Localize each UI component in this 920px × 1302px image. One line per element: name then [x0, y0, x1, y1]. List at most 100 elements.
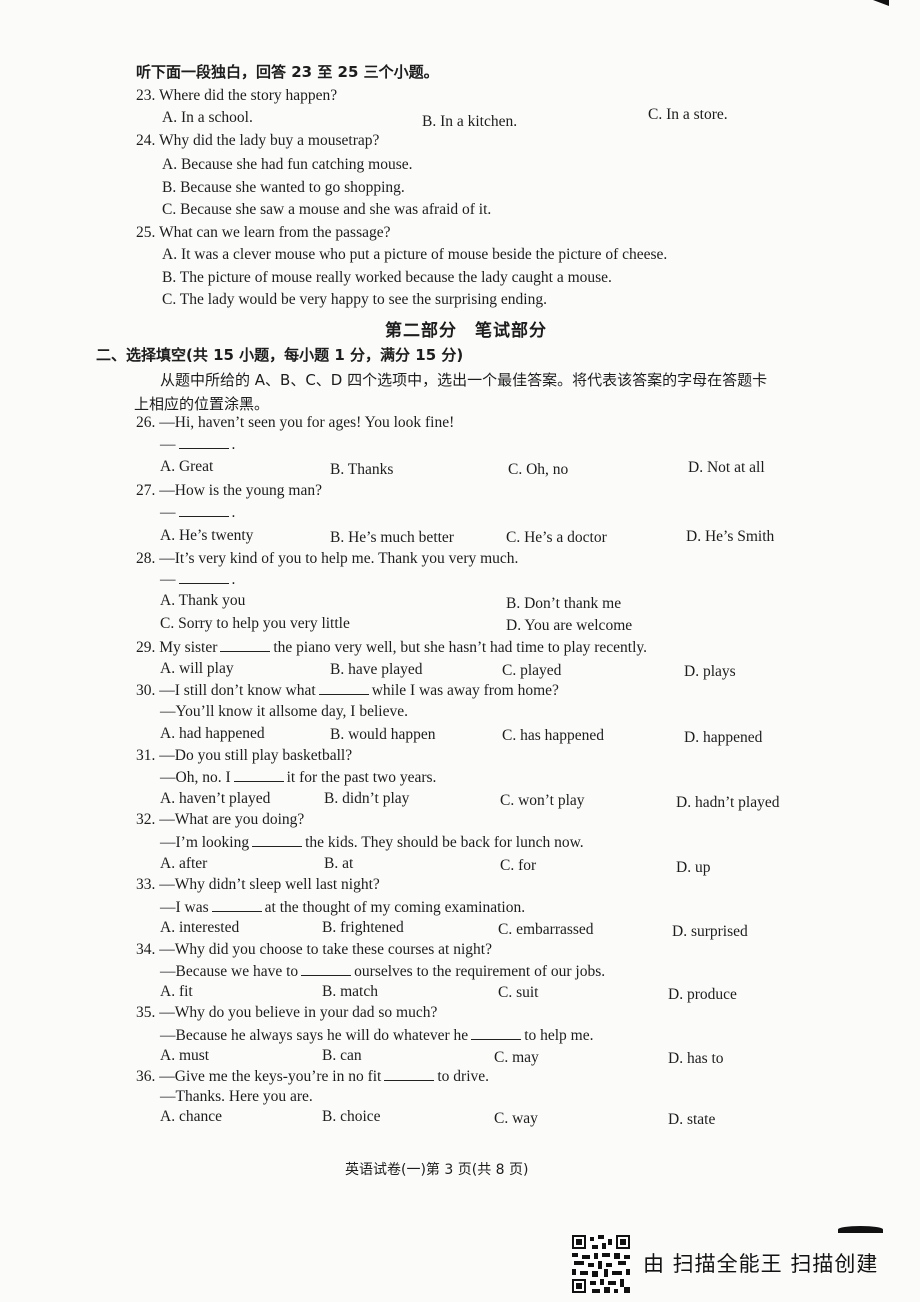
answer-blank	[384, 1066, 435, 1081]
question-stem: Why did the lady buy a mousetrap?	[158, 132, 380, 149]
option-29-b: B. have played	[330, 661, 423, 678]
question-31-line-2: —Oh, no. Iit for the past two years.	[160, 767, 437, 786]
scan-edge-mark	[838, 1226, 883, 1233]
option-34-a: A. fit	[160, 983, 193, 1000]
option-30-a: A. had happened	[160, 725, 265, 742]
question-27: 27. —How is the young man?	[136, 481, 322, 501]
option-32-d: D. up	[676, 859, 711, 876]
option-36-d: D. state	[668, 1111, 716, 1128]
option-36-c: C. way	[494, 1110, 538, 1127]
option-32-c: C. for	[500, 857, 537, 874]
question-36: 36. —Give me the keys-you’re in no fit to…	[136, 1066, 490, 1085]
question-30: 30. —I still don’t know what while I was …	[136, 680, 559, 699]
question-31: 31. —Do you still play basketball?	[136, 747, 353, 764]
option-26-d: D. Not at all	[688, 459, 765, 476]
question-number: 33.	[136, 876, 156, 893]
question-27-response: —.	[160, 504, 236, 521]
question-number: 32.	[136, 811, 156, 828]
question-number: 25.	[136, 224, 156, 241]
question-number: 26.	[136, 414, 156, 431]
option-35-d: D. has to	[668, 1050, 724, 1067]
option-24-a: A. Because she had fun catching mouse.	[162, 156, 413, 173]
answer-blank	[318, 680, 369, 695]
question-number: 24.	[136, 132, 156, 149]
question-stem: Where did the story happen?	[158, 87, 338, 104]
question-33-line-2: —I was at the thought of my coming examin…	[160, 897, 526, 916]
question-line-1: —Hi, haven’t seen you for ages! You look…	[159, 414, 455, 431]
question-number: 34.	[136, 941, 156, 958]
answer-blank	[301, 961, 352, 976]
option-26-c: C. Oh, no	[508, 461, 569, 478]
option-31-a: A. haven’t played	[160, 790, 271, 807]
answer-blank	[178, 434, 229, 449]
part-two-title: 第二部分 笔试部分	[385, 321, 547, 341]
option-27-b: B. He’s much better	[330, 529, 454, 546]
question-number: 31.	[136, 747, 156, 764]
option-25-c: C. The lady would be very happy to see t…	[162, 291, 547, 308]
option-25-a: A. It was a clever mouse who put a pictu…	[162, 246, 668, 263]
option-31-b: B. didn’t play	[324, 790, 410, 807]
option-30-d: D. happened	[684, 729, 763, 746]
option-27-d: D. He’s Smith	[686, 528, 775, 545]
option-26-a: A. Great	[160, 458, 214, 475]
option-36-b: B. choice	[322, 1108, 381, 1125]
listening-instruction: 听下面一段独白，回答 23 至 25 三个小题。	[136, 63, 439, 81]
section-two-instruction-1: 从题中所给的 A、B、C、D 四个选项中，选出一个最佳答案。将代表该答案的字母在…	[160, 371, 768, 389]
question-number: 36.	[136, 1068, 156, 1085]
option-28-d: D. You are welcome	[506, 617, 633, 634]
question-33: 33. —Why didn’t sleep well last night?	[136, 876, 380, 893]
scan-corner-mark	[873, 0, 889, 6]
qr-code-icon	[572, 1235, 630, 1293]
option-29-d: D. plays	[684, 663, 736, 680]
option-28-a: A. Thank you	[160, 592, 246, 609]
section-two-heading: 二、选择填空(共 15 小题，每小题 1 分，满分 15 分)	[96, 346, 464, 364]
option-25-b: B. The picture of mouse really worked be…	[162, 269, 612, 286]
option-27-a: A. He’s twenty	[160, 527, 254, 544]
question-number: 30.	[136, 682, 156, 699]
option-31-c: C. won’t play	[500, 792, 585, 809]
option-30-b: B. would happen	[330, 726, 436, 743]
question-25: 25. What can we learn from the passage?	[136, 223, 391, 243]
exam-page: 听下面一段独白，回答 23 至 25 三个小题。 23. Where did t…	[0, 0, 920, 1302]
question-30-line-2: —You’ll know it allsome day, I believe.	[160, 703, 408, 720]
question-34: 34. —Why did you choose to take these co…	[136, 941, 492, 958]
option-26-b: B. Thanks	[330, 461, 394, 478]
option-24-c: C. Because she saw a mouse and she was a…	[162, 201, 492, 218]
option-34-d: D. produce	[668, 986, 737, 1003]
answer-blank	[252, 832, 303, 847]
answer-blank	[211, 897, 262, 912]
option-27-c: C. He’s a doctor	[506, 529, 607, 546]
option-32-b: B. at	[324, 855, 354, 872]
question-number: 35.	[136, 1004, 156, 1021]
answer-blank	[233, 767, 284, 782]
question-26: 26. —Hi, haven’t seen you for ages! You …	[136, 413, 454, 433]
question-number: 29.	[136, 639, 156, 656]
question-35: 35. —Why do you believe in your dad so m…	[136, 1004, 438, 1021]
option-36-a: A. chance	[160, 1108, 222, 1125]
option-33-a: A. interested	[160, 919, 240, 936]
question-number: 27.	[136, 482, 156, 499]
option-35-b: B. can	[322, 1047, 362, 1064]
question-23: 23. Where did the story happen?	[136, 86, 337, 106]
question-line-1: —How is the young man?	[159, 482, 322, 499]
option-23-a: A. In a school.	[162, 109, 253, 126]
question-32-line-2: —I’m looking the kids. They should be bac…	[160, 832, 584, 851]
question-line-1: —It’s very kind of you to help me. Thank…	[159, 550, 519, 567]
option-33-b: B. frightened	[322, 919, 404, 936]
option-34-b: B. match	[322, 983, 378, 1000]
option-34-c: C. suit	[498, 984, 539, 1001]
option-23-b: B. In a kitchen.	[422, 113, 518, 130]
option-28-b: B. Don’t thank me	[506, 595, 622, 612]
question-35-line-2: —Because he always says he will do whate…	[160, 1025, 594, 1044]
question-34-line-2: —Because we have to ourselves to the requ…	[160, 961, 606, 980]
question-36-line-2: —Thanks. Here you are.	[160, 1088, 313, 1105]
scanner-watermark-text: 由 扫描全能王 扫描创建	[643, 1252, 879, 1276]
option-29-a: A. will play	[160, 660, 234, 677]
question-28-response: —.	[160, 571, 236, 588]
question-32: 32. —What are you doing?	[136, 811, 305, 828]
answer-blank	[471, 1025, 522, 1040]
page-footer: 英语试卷(一)第 3 页(共 8 页)	[345, 1162, 529, 1178]
option-32-a: A. after	[160, 855, 208, 872]
question-number: 23.	[136, 87, 156, 104]
option-31-d: D. hadn’t played	[676, 794, 780, 811]
